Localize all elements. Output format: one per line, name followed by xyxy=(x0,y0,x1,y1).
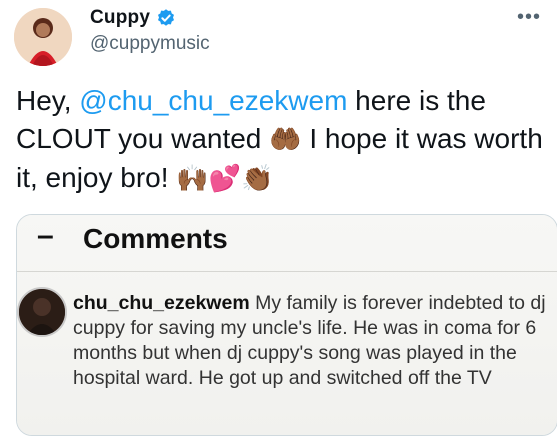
open-hands-emoji-icon: 🤲🏾 xyxy=(269,125,302,155)
user-handle[interactable]: @cuppymusic xyxy=(90,33,210,55)
back-arrow-icon: – xyxy=(37,219,54,252)
name-row: Cuppy xyxy=(90,6,176,30)
mention-link[interactable]: @chu_chu_ezekwem xyxy=(79,85,347,116)
two-hearts-emoji-icon: 💕 xyxy=(208,164,242,194)
comments-title: Comments xyxy=(83,223,228,254)
comment-username: chu_chu_ezekwem xyxy=(73,292,250,314)
comment-body: chu_chu_ezekwem My family is forever ind… xyxy=(73,291,553,391)
display-name[interactable]: Cuppy xyxy=(90,7,150,29)
tweet-text: Hey, @chu_chu_ezekwem here is the CLOUT … xyxy=(16,82,546,198)
more-options-icon[interactable]: ••• xyxy=(517,6,541,29)
verified-badge-icon xyxy=(156,8,176,28)
avatar-image xyxy=(14,8,72,66)
attached-photo-card[interactable]: – Comments chu_chu_ezekwem My family is … xyxy=(16,214,557,436)
clapping-hands-emoji-icon: 👏🏾 xyxy=(241,164,274,194)
raised-hands-emoji-icon: 🙌🏾 xyxy=(176,164,209,194)
divider xyxy=(17,271,557,272)
commenter-avatar xyxy=(17,287,67,337)
profile-avatar[interactable] xyxy=(14,8,72,66)
tweet-text-part: Hey, xyxy=(16,85,80,116)
